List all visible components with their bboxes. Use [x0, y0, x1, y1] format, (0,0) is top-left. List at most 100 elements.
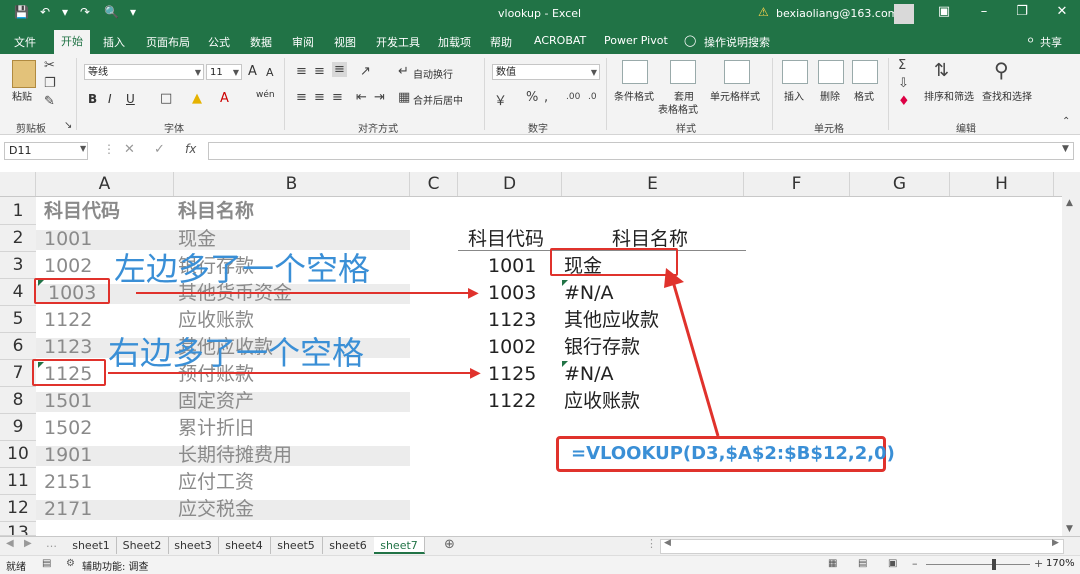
align-top-icon[interactable]: ≡	[296, 64, 307, 79]
wrap-text-button[interactable]: 自动换行	[413, 66, 453, 81]
tab-power-pivot[interactable]: Power Pivot	[604, 34, 668, 47]
column-header[interactable]: D	[458, 172, 562, 196]
row-header[interactable]: 13	[0, 522, 36, 536]
tab-home[interactable]: 开始	[54, 30, 90, 54]
close-icon[interactable]: ✕	[1052, 4, 1072, 19]
expand-formula-icon[interactable]: ▼	[1062, 144, 1069, 154]
zoom-level[interactable]: 170%	[1046, 558, 1075, 569]
tab-insert[interactable]: 插入	[103, 34, 125, 50]
column-header[interactable]: A	[36, 172, 174, 196]
select-all-corner[interactable]	[0, 172, 36, 196]
row-header[interactable]: 7	[0, 360, 36, 387]
number-format-select[interactable]: 数值 ▼	[492, 64, 600, 80]
row-header[interactable]: 8	[0, 387, 36, 414]
insert-cells-button[interactable]: 插入	[784, 88, 804, 103]
page-break-view-icon[interactable]: ▣	[888, 558, 897, 569]
font-color-icon[interactable]: A	[220, 91, 229, 106]
minimize-icon[interactable]: –	[974, 4, 994, 19]
restore-icon[interactable]: ❐	[1012, 4, 1032, 19]
conditional-formatting-button[interactable]: 条件格式	[614, 88, 654, 103]
code-cell[interactable]: 1123	[488, 307, 536, 333]
percent-icon[interactable]: %	[526, 90, 538, 105]
decrease-indent-icon[interactable]: ⇤	[356, 90, 367, 105]
zoom-in-icon[interactable]: +	[1034, 557, 1043, 570]
sheet-tab[interactable]: sheet3	[168, 537, 219, 554]
column-header[interactable]: G	[850, 172, 950, 196]
code-cell[interactable]: 1002	[488, 334, 536, 360]
tab-addins[interactable]: 加载项	[438, 34, 471, 50]
increase-decimal-icon[interactable]: .00	[566, 92, 580, 102]
code-cell[interactable]: 1125	[488, 361, 536, 387]
fill-color-icon[interactable]: ▲	[192, 91, 202, 106]
orientation-icon[interactable]: ↗	[360, 64, 371, 79]
column-header[interactable]: F	[744, 172, 850, 196]
grow-font-button[interactable]: A	[248, 64, 257, 79]
phonetic-button[interactable]: wén	[256, 90, 275, 100]
name-cell[interactable]: 其他应收款	[564, 307, 659, 333]
page-layout-view-icon[interactable]: ▤	[858, 558, 867, 569]
column-header[interactable]: E	[562, 172, 744, 196]
cancel-icon[interactable]: ✕	[124, 142, 135, 157]
name-cell[interactable]: 银行存款	[564, 334, 640, 360]
format-cells-button[interactable]: 格式	[854, 88, 874, 103]
zoom-out-icon[interactable]: –	[912, 557, 918, 570]
sheet-tab[interactable]: Sheet2	[116, 537, 169, 554]
collapse-ribbon-icon[interactable]: ⌃	[1062, 116, 1070, 127]
name-box[interactable]: D11	[4, 142, 88, 160]
sheet-tab-active[interactable]: sheet7	[374, 537, 425, 554]
row-header[interactable]: 6	[0, 333, 36, 360]
row-header[interactable]: 4	[0, 279, 36, 306]
header-cell[interactable]: 科目名称	[178, 198, 254, 224]
formula-input[interactable]	[208, 142, 1074, 160]
cut-icon[interactable]: ✂	[44, 58, 55, 73]
row-header[interactable]: 5	[0, 306, 36, 333]
column-header[interactable]: H	[950, 172, 1054, 196]
row-header[interactable]: 2	[0, 225, 36, 252]
code-cell[interactable]: 1501	[44, 388, 92, 414]
row-header[interactable]: 11	[0, 468, 36, 495]
align-bottom-icon[interactable]: ≡	[332, 62, 347, 77]
shrink-font-button[interactable]: A	[266, 66, 274, 79]
code-cell[interactable]: 1002	[44, 253, 92, 279]
row-header[interactable]: 9	[0, 414, 36, 441]
align-middle-icon[interactable]: ≡	[314, 64, 325, 79]
autosum-icon[interactable]: Σ	[898, 58, 906, 73]
name-cell[interactable]: 累计折旧	[178, 415, 254, 441]
row-header[interactable]: 1	[0, 197, 36, 225]
undo-icon[interactable]: ↶	[40, 5, 50, 19]
italic-button[interactable]: I	[108, 92, 112, 106]
redo-icon[interactable]: ↷	[80, 5, 90, 19]
delete-cells-button[interactable]: 删除	[820, 88, 840, 103]
name-cell[interactable]: 应收账款	[564, 388, 640, 414]
sheet-tab[interactable]: sheet5	[270, 537, 323, 554]
sheet-tab[interactable]: sheet4	[218, 537, 271, 554]
font-name-select[interactable]: 等线 ▼	[84, 64, 204, 80]
tell-me-search[interactable]: 操作说明搜索	[704, 34, 770, 50]
tab-page-layout[interactable]: 页面布局	[146, 34, 190, 50]
zoom-slider[interactable]	[926, 564, 1030, 565]
cell-styles-button[interactable]: 单元格样式	[710, 88, 760, 103]
normal-view-icon[interactable]: ▦	[828, 558, 837, 569]
scroll-down-icon[interactable]: ▼	[1066, 524, 1073, 534]
sort-filter-button[interactable]: 排序和筛选	[924, 88, 974, 103]
scroll-up-icon[interactable]: ▲	[1066, 198, 1073, 208]
underline-button[interactable]: U	[126, 92, 135, 106]
code-cell[interactable]: 1123	[44, 334, 92, 360]
zoom-slider-thumb[interactable]	[992, 559, 996, 570]
scroll-right-icon[interactable]: ▶	[1052, 538, 1059, 548]
name-cell[interactable]: 应付工资	[178, 469, 254, 495]
column-header[interactable]: C	[410, 172, 458, 196]
ribbon-display-icon[interactable]: ▣	[934, 4, 954, 19]
name-cell[interactable]: 长期待摊费用	[178, 442, 292, 468]
merge-center-button[interactable]: 合并后居中	[413, 92, 463, 107]
code-cell[interactable]: 1001	[488, 253, 536, 279]
tab-help[interactable]: 帮助	[490, 34, 512, 50]
accessibility-status[interactable]: 辅助功能: 调查	[82, 558, 149, 573]
chevron-down-icon[interactable]: ▼	[80, 144, 86, 153]
code-cell[interactable]: 1122	[488, 388, 536, 414]
align-left-icon[interactable]: ≡	[296, 90, 307, 105]
fill-icon[interactable]: ⇩	[898, 76, 909, 91]
previous-sheet-icon[interactable]: ◀	[6, 538, 14, 549]
vertical-scrollbar[interactable]	[1062, 196, 1080, 536]
tab-review[interactable]: 审阅	[292, 34, 314, 50]
